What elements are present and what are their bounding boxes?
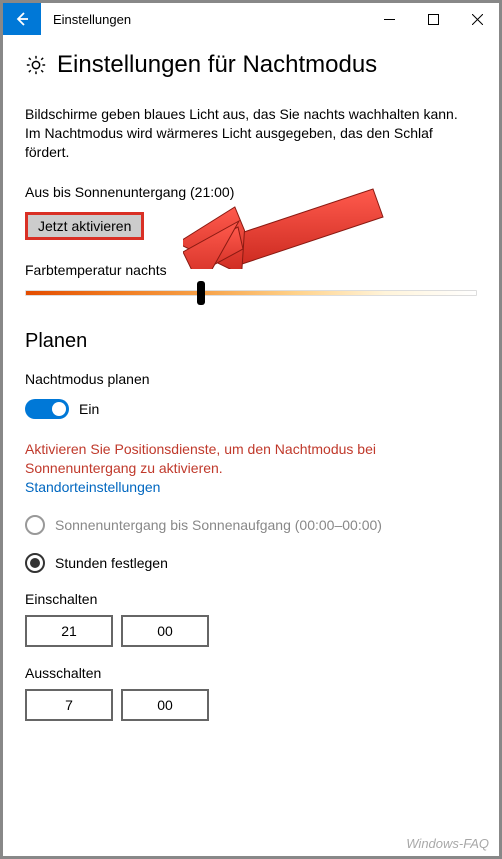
radio-hours-label: Stunden festlegen [55,555,168,571]
page-title: Einstellungen für Nachtmodus [57,51,377,79]
page-header: Einstellungen für Nachtmodus [25,51,477,79]
radio-sunset-to-sunrise: Sonnenuntergang bis Sonnenaufgang (00:00… [25,515,477,535]
slider-thumb[interactable] [197,281,205,305]
turn-off-minute[interactable]: 00 [121,689,209,721]
close-icon [472,14,483,25]
window-title: Einstellungen [53,12,367,27]
minimize-button[interactable] [367,3,411,35]
location-settings-link[interactable]: Standorteinstellungen [25,479,477,495]
radio-icon [25,553,45,573]
watermark: Windows-FAQ [406,836,489,851]
close-button[interactable] [455,3,499,35]
turn-off-time: 7 00 [25,689,477,721]
radio-sunset-label: Sonnenuntergang bis Sonnenaufgang (00:00… [55,517,382,533]
section-heading-schedule: Planen [25,330,477,353]
activate-now-button[interactable]: Jetzt aktivieren [25,212,144,240]
slider-track [25,290,477,296]
schedule-toggle[interactable]: Ein [25,399,99,419]
color-temp-label: Farbtemperatur nachts [25,262,477,278]
turn-on-hour[interactable]: 21 [25,615,113,647]
page-description: Bildschirme geben blaues Licht aus, das … [25,105,477,162]
arrow-left-icon [14,11,30,27]
radio-icon [25,515,45,535]
turn-off-label: Ausschalten [25,665,477,681]
turn-on-label: Einschalten [25,591,477,607]
schedule-toggle-label: Nachtmodus planen [25,371,477,387]
back-button[interactable] [3,3,41,35]
toggle-knob [52,402,66,416]
titlebar: Einstellungen [3,3,499,35]
status-line: Aus bis Sonnenuntergang (21:00) [25,184,477,200]
maximize-button[interactable] [411,3,455,35]
content-area: Einstellungen für Nachtmodus Bildschirme… [3,35,499,751]
turn-on-minute[interactable]: 00 [121,615,209,647]
turn-off-hour[interactable]: 7 [25,689,113,721]
minimize-icon [384,14,395,25]
gear-icon [25,54,47,76]
toggle-track [25,399,69,419]
toggle-state-text: Ein [79,401,99,417]
turn-on-time: 21 00 [25,615,477,647]
color-temp-slider[interactable] [25,290,477,296]
radio-set-hours[interactable]: Stunden festlegen [25,553,477,573]
maximize-icon [428,14,439,25]
location-warning: Aktivieren Sie Positionsdienste, um den … [25,440,477,478]
